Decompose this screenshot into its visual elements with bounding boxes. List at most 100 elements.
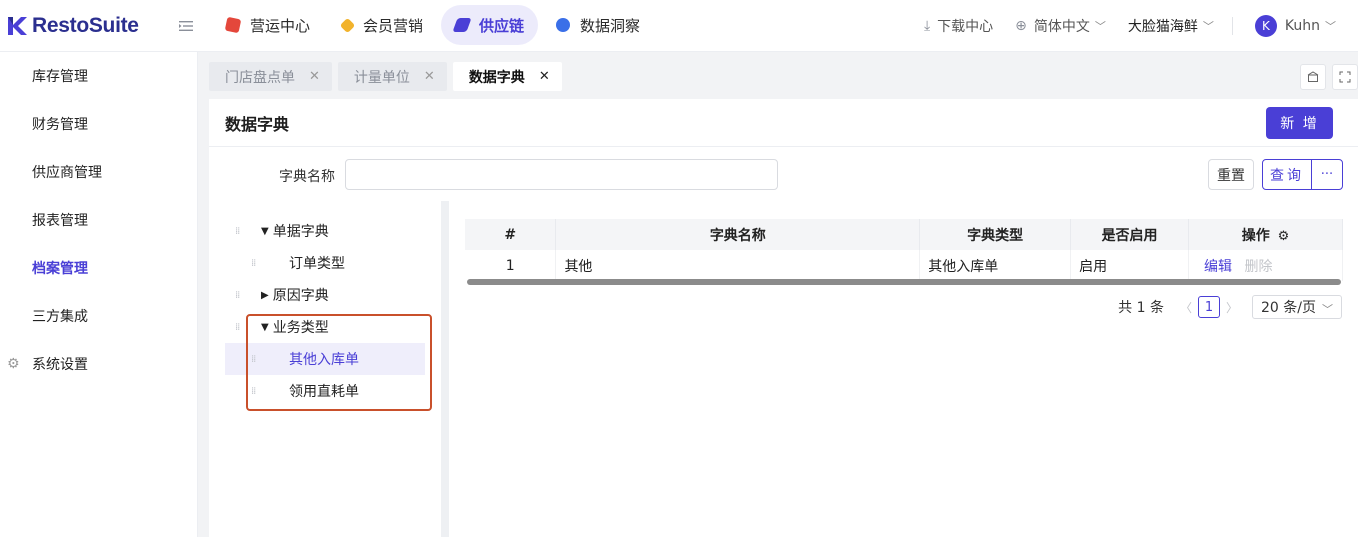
tree-node[interactable]: ⁞⁞ ▼ 单据字典 — [209, 215, 441, 247]
sidebar-item-label: 财务管理 — [32, 117, 88, 133]
download-icon: ⤓ — [923, 18, 931, 34]
column-header: 字典类型 — [919, 219, 1072, 250]
gear-icon[interactable]: ⚙ — [1278, 229, 1290, 244]
logo[interactable]: RestoSuite — [6, 12, 139, 40]
cell-type: 其他入库单 — [919, 250, 1072, 281]
tab-tools — [1294, 64, 1358, 90]
divider — [1231, 17, 1233, 35]
edit-link[interactable]: 编辑 — [1204, 259, 1232, 275]
cell-actions: 编辑 删除 — [1188, 250, 1343, 281]
sidebar-item-inventory[interactable]: 库存管理 — [0, 52, 197, 100]
membership-icon — [339, 17, 356, 33]
total-count: 共 1 条 — [1118, 300, 1164, 316]
page-number-button[interactable]: 1 — [1197, 296, 1220, 318]
caret-down-icon[interactable]: ▼ — [261, 226, 269, 237]
chevron-down-icon: ﹀ — [1202, 20, 1214, 33]
tree-node-label: 原因字典 — [272, 288, 329, 304]
menu-collapse-icon[interactable] — [177, 17, 195, 35]
nav-item-label: 供应链 — [479, 16, 525, 35]
drag-handle-icon[interactable]: ⁞⁞ — [251, 354, 256, 365]
panel-divider[interactable] — [441, 201, 449, 537]
tree-node-label: 业务类型 — [272, 320, 329, 336]
nav-item-label: 数据洞察 — [580, 16, 641, 35]
caret-down-icon[interactable]: ▼ — [261, 322, 269, 333]
close-icon[interactable]: ✕ — [309, 69, 320, 84]
search-label: 字典名称 — [279, 169, 335, 185]
user-name: Kuhn — [1284, 18, 1320, 34]
dictionary-name-input[interactable] — [345, 159, 778, 190]
drag-handle-icon[interactable]: ⁞⁞ — [251, 386, 256, 397]
horizontal-scrollbar[interactable] — [467, 279, 1341, 285]
sidebar-item-label: 三方集成 — [32, 309, 88, 325]
query-button[interactable]: 查询 — [1262, 159, 1312, 190]
page-size-label: 20 条/页 — [1261, 300, 1316, 316]
delete-link[interactable]: 删除 — [1244, 259, 1272, 275]
sidebar-item-integrations[interactable]: 三方集成 — [0, 292, 197, 340]
tree-node-label: 领用直耗单 — [289, 384, 359, 400]
page-tabs: 门店盘点单 ✕ 计量单位 ✕ 数据字典 ✕ — [209, 62, 568, 91]
reset-button[interactable]: 重置 — [1208, 159, 1254, 190]
fullscreen-icon[interactable] — [1332, 64, 1358, 90]
tree-node[interactable]: ⁞⁞ ▶ 原因字典 — [209, 279, 441, 311]
sidebar-item-archives[interactable]: 档案管理 — [0, 244, 197, 292]
tree-node-selected[interactable]: ⁞⁞ 其他入库单 — [225, 343, 425, 375]
language-selector[interactable]: ⊕ 简体中文 ﹀ — [1015, 16, 1106, 36]
nav-item-data-insights[interactable]: 数据洞察 — [542, 5, 654, 45]
drag-handle-icon[interactable]: ⁞⁞ — [235, 322, 240, 333]
close-icon[interactable]: ✕ — [424, 69, 435, 84]
sidebar-item-system-settings[interactable]: ⚙ 系统设置 — [0, 340, 197, 388]
nav-item-operations[interactable]: 营运中心 — [212, 5, 324, 45]
caret-right-icon[interactable]: ▶ — [261, 290, 269, 301]
column-header: # — [465, 219, 557, 250]
sidebar-item-label: 档案管理 — [32, 261, 88, 277]
supply-chain-icon — [452, 18, 472, 32]
user-menu[interactable]: K Kuhn ﹀ — [1254, 15, 1336, 37]
content-card: 数据字典 新 增 字典名称 重置 查询 ··· ⁞⁞ ▼ 单据字典 ⁞⁞ 订单类… — [209, 99, 1358, 537]
add-button[interactable]: 新 增 — [1266, 107, 1333, 139]
page-size-select[interactable]: 20 条/页 ﹀ — [1252, 295, 1342, 319]
download-center-label: 下载中心 — [937, 19, 994, 35]
tab-data-dictionary[interactable]: 数据字典 ✕ — [452, 62, 562, 91]
column-header: 字典名称 — [555, 219, 921, 250]
download-center-button[interactable]: ⤓ 下载中心 — [924, 16, 993, 36]
drag-handle-icon[interactable]: ⁞⁞ — [235, 290, 240, 301]
column-header: 是否启用 — [1070, 219, 1190, 250]
drag-handle-icon[interactable]: ⁞⁞ — [235, 226, 240, 237]
home-icon[interactable] — [1300, 64, 1326, 90]
tree-node-label: 单据字典 — [272, 224, 329, 240]
tree-node[interactable]: ⁞⁞ 领用直耗单 — [209, 375, 441, 407]
chevron-down-icon: ﹀ — [1325, 20, 1336, 33]
globe-icon: ⊕ — [1015, 18, 1027, 34]
chevron-left-icon[interactable]: 〈 — [1180, 299, 1192, 316]
language-label: 简体中文 — [1033, 19, 1090, 35]
cell-enabled: 启用 — [1070, 250, 1190, 281]
tree-node[interactable]: ⁞⁞ ▼ 业务类型 — [209, 311, 441, 343]
logo-icon — [8, 17, 27, 35]
tab-store-stocktake[interactable]: 门店盘点单 ✕ — [209, 62, 332, 91]
sidebar-item-reports[interactable]: 报表管理 — [0, 196, 197, 244]
sidebar-item-label: 系统设置 — [32, 357, 88, 373]
chevron-down-icon: ﹀ — [1322, 303, 1333, 316]
dictionary-table: # 字典名称 字典类型 是否启用 操作 ⚙ 1 其他 其他入库单 启用 编辑 删… — [465, 219, 1343, 285]
nav-item-membership[interactable]: 会员营销 — [328, 5, 437, 45]
column-header-label: 操作 — [1241, 227, 1270, 244]
app-name: RestoSuite — [32, 14, 139, 37]
avatar: K — [1254, 15, 1277, 37]
more-options-button[interactable]: ··· — [1311, 159, 1343, 190]
top-nav: 营运中心 会员营销 供应链 数据洞察 — [212, 5, 658, 45]
tab-label: 数据字典 — [468, 69, 525, 86]
sidebar-item-finance[interactable]: 财务管理 — [0, 100, 197, 148]
sidebar-item-suppliers[interactable]: 供应商管理 — [0, 148, 197, 196]
nav-item-supply-chain[interactable]: 供应链 — [441, 5, 539, 45]
close-icon[interactable]: ✕ — [539, 69, 550, 84]
chevron-right-icon[interactable]: 〉 — [1226, 299, 1238, 316]
drag-handle-icon[interactable]: ⁞⁞ — [251, 258, 256, 269]
store-selector[interactable]: 大脸猫海鲜 ﹀ — [1128, 16, 1214, 36]
table-row[interactable]: 1 其他 其他入库单 启用 编辑 删除 — [465, 250, 1343, 281]
tab-units[interactable]: 计量单位 ✕ — [337, 62, 447, 91]
top-right-actions: ⤓ 下载中心 ⊕ 简体中文 ﹀ 大脸猫海鲜 ﹀ K Kuhn ﹀ — [902, 0, 1336, 52]
search-row: 字典名称 重置 查询 ··· — [209, 159, 1358, 191]
dictionary-tree: ⁞⁞ ▼ 单据字典 ⁞⁞ 订单类型 ⁞⁞ ▶ 原因字典 ⁞⁞ ▼ 业务类型 ⁞⁞… — [209, 215, 441, 407]
tree-node[interactable]: ⁞⁞ 订单类型 — [209, 247, 441, 279]
tab-label: 门店盘点单 — [225, 69, 295, 86]
